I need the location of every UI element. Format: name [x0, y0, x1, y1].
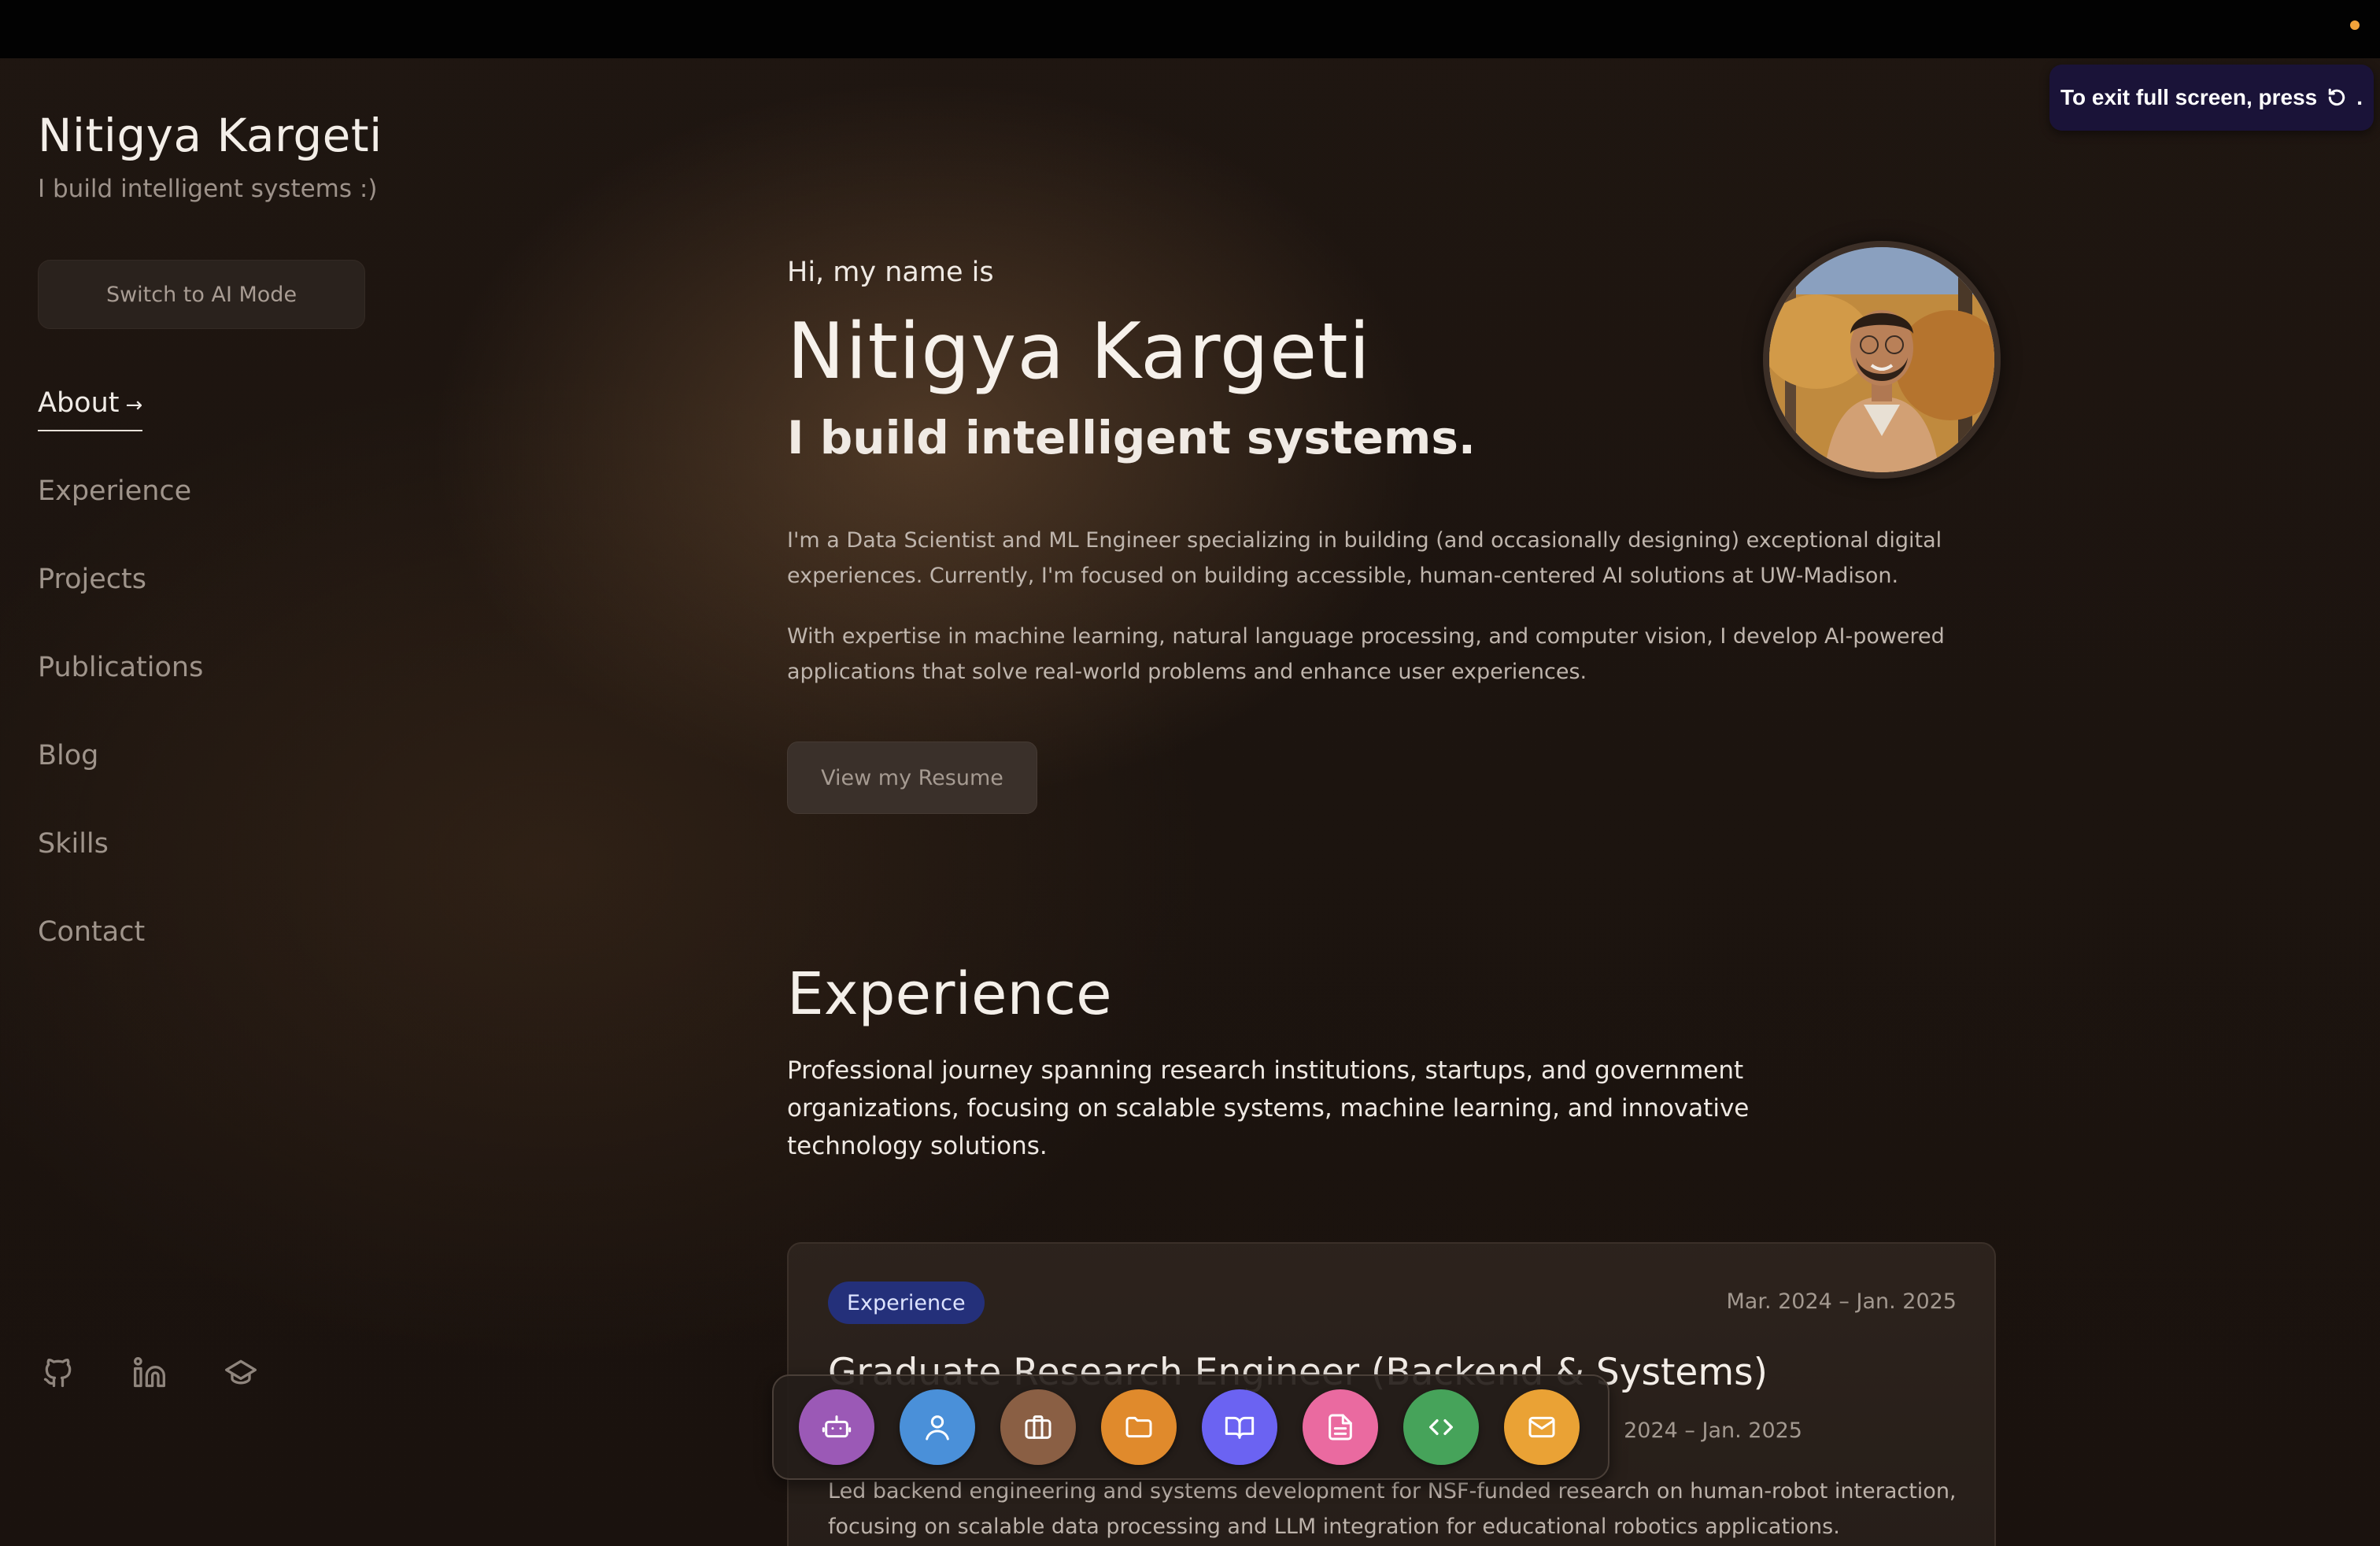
escape-key-icon — [2325, 86, 2349, 109]
arrow-right-icon: → — [125, 394, 143, 417]
fullscreen-notice: To exit full screen, press . — [2049, 65, 2374, 131]
dock-contact-button[interactable] — [1504, 1389, 1580, 1465]
floating-dock — [772, 1374, 1609, 1480]
experience-summary: Led backend engineering and systems deve… — [828, 1479, 1957, 1539]
robot-icon — [822, 1415, 852, 1438]
sidebar-tagline: I build intelligent systems :) — [38, 175, 378, 203]
nav-item-projects[interactable]: Projects — [38, 564, 146, 595]
nav-item-publications[interactable]: Publications — [38, 652, 203, 683]
dock-experience-button[interactable] — [1000, 1389, 1076, 1465]
dock-blog-button[interactable] — [1303, 1389, 1378, 1465]
dock-robot-button[interactable] — [799, 1389, 874, 1465]
user-icon — [926, 1415, 949, 1441]
sidebar-name[interactable]: Nitigya Kargeti — [38, 109, 382, 162]
experience-badge: Experience — [828, 1282, 985, 1324]
fullscreen-notice-text: To exit full screen, press — [2060, 85, 2318, 109]
scholar-icon[interactable] — [224, 1356, 258, 1390]
code-icon — [1429, 1419, 1453, 1435]
experience-section-description: Professional journey spanning research i… — [787, 1056, 1750, 1160]
hero-name: Nitigya Kargeti — [787, 307, 1371, 397]
dock-about-button[interactable] — [900, 1389, 975, 1465]
github-icon[interactable] — [41, 1356, 76, 1390]
switch-ai-mode-button[interactable]: Switch to AI Mode — [38, 260, 365, 329]
nav-item-about-label: About — [38, 387, 120, 419]
sidebar: Nitigya Kargeti I build intelligent syst… — [38, 58, 447, 1546]
linkedin-icon[interactable] — [132, 1356, 167, 1390]
dock-skills-button[interactable] — [1403, 1389, 1479, 1465]
nav-item-about[interactable]: About → — [38, 387, 143, 431]
mail-icon — [1528, 1416, 1555, 1438]
nav-item-contact[interactable]: Contact — [38, 916, 145, 948]
browser-top-bar — [0, 0, 2380, 58]
dock-publications-button[interactable] — [1202, 1389, 1277, 1465]
dock-projects-button[interactable] — [1101, 1389, 1177, 1465]
nav-item-blog[interactable]: Blog — [38, 740, 98, 771]
book-icon — [1225, 1416, 1255, 1439]
document-icon — [1329, 1414, 1352, 1441]
folder-icon — [1125, 1416, 1152, 1438]
profile-photo — [1763, 241, 2001, 479]
experience-date-range-secondary: 2024 – Jan. 2025 — [1624, 1418, 1802, 1443]
hero-bio-paragraph-1: I'm a Data Scientist and ML Engineer spe… — [787, 528, 1942, 588]
nav-item-experience[interactable]: Experience — [38, 475, 191, 507]
recording-indicator-dot — [2350, 20, 2360, 30]
experience-date-range: Mar. 2024 – Jan. 2025 — [1726, 1289, 1957, 1314]
experience-section-title: Experience — [787, 960, 1112, 1028]
hero-bio-paragraph-2: With expertise in machine learning, natu… — [787, 624, 1945, 684]
social-links — [41, 1356, 258, 1390]
nav-item-skills[interactable]: Skills — [38, 828, 109, 860]
view-resume-button[interactable]: View my Resume — [787, 742, 1037, 814]
fullscreen-notice-period: . — [2356, 85, 2363, 109]
hero-greeting: Hi, my name is — [787, 257, 994, 288]
hero-tagline: I build intelligent systems. — [787, 411, 1476, 464]
briefcase-icon — [1025, 1415, 1051, 1439]
